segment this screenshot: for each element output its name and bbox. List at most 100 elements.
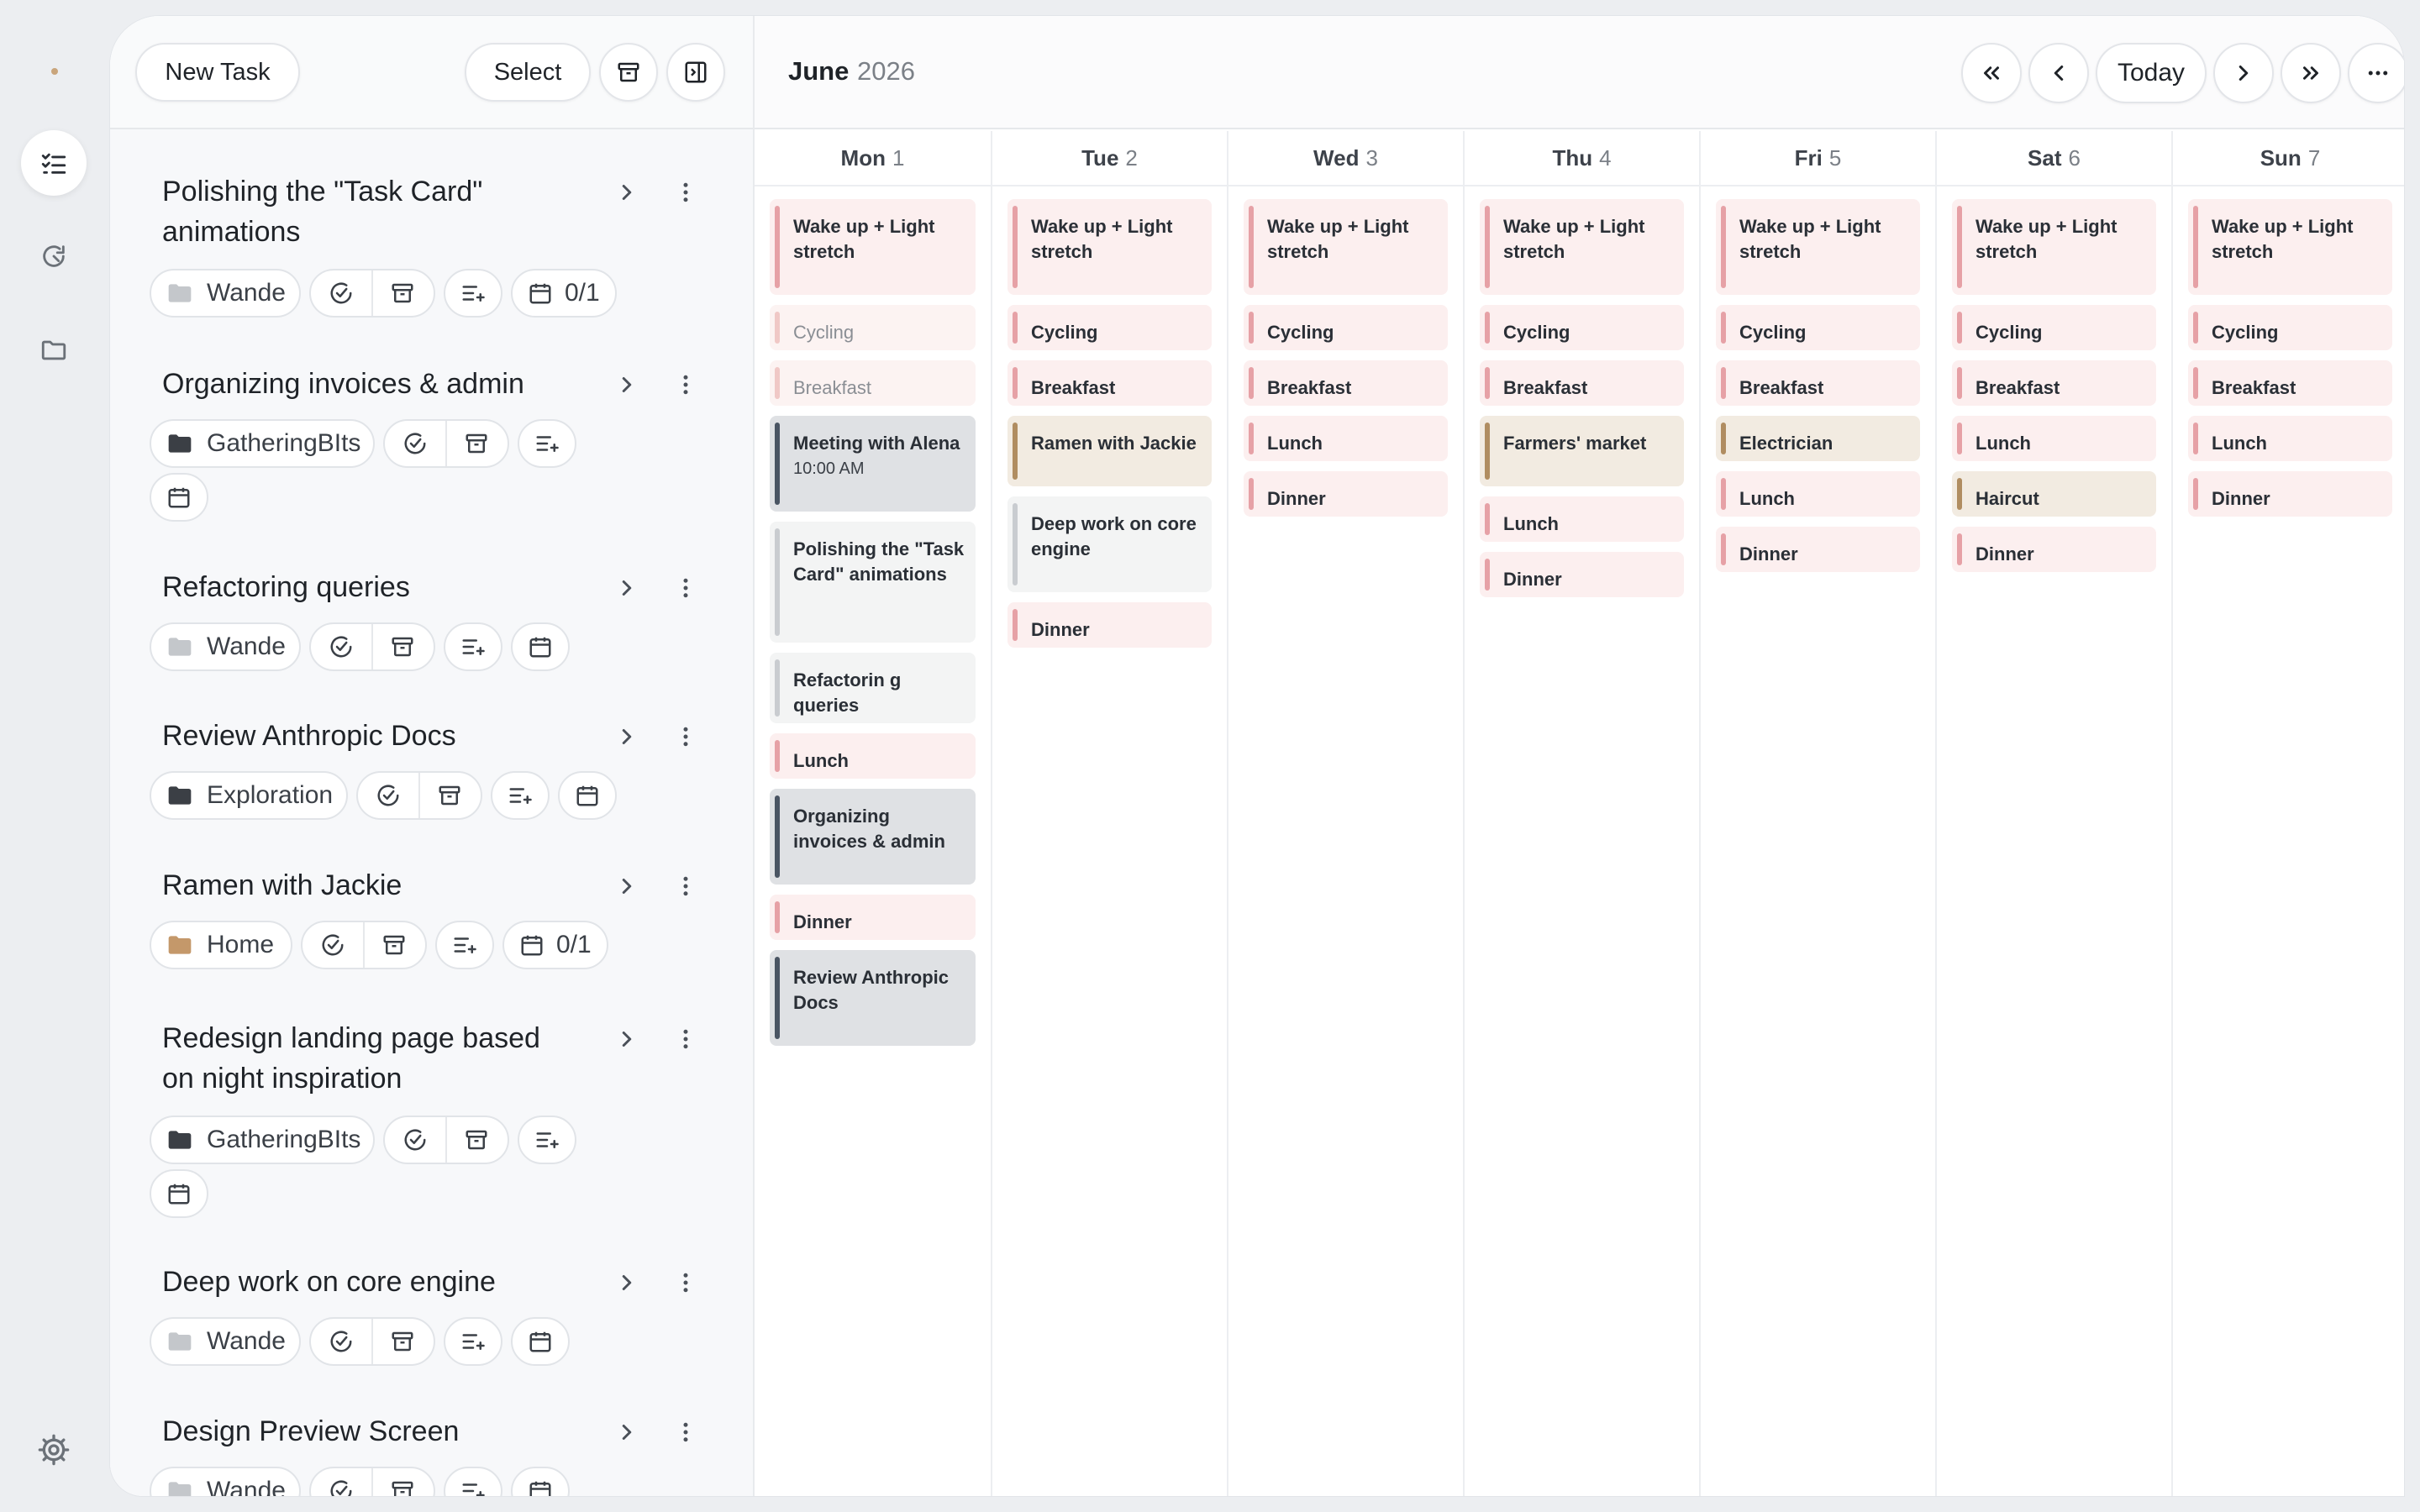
more-vertical-icon[interactable] xyxy=(673,575,698,601)
chevron-right-icon[interactable] xyxy=(614,1270,639,1295)
schedule-chip[interactable] xyxy=(150,1169,208,1218)
chevron-right-icon[interactable] xyxy=(614,724,639,749)
archive-icon[interactable] xyxy=(445,1117,506,1163)
select-button[interactable]: Select xyxy=(465,43,591,102)
calendar-event[interactable]: Wake up + Light stretch xyxy=(1007,199,1212,295)
more-vertical-icon[interactable] xyxy=(673,874,698,899)
archive-icon[interactable] xyxy=(445,421,506,466)
task-title[interactable]: Design Preview Screen xyxy=(162,1411,557,1452)
calendar-event[interactable]: Wake up + Light stretch xyxy=(1952,199,2156,295)
calendar-event[interactable]: Dinner xyxy=(1716,527,1920,572)
calendar-event[interactable]: Cycling xyxy=(2188,305,2392,350)
schedule-chip[interactable]: 0/1 xyxy=(502,921,608,969)
day-column-mon[interactable]: Mon 1 Wake up + Light stretch Cycling Breakf… xyxy=(755,131,991,1496)
add-subtask-icon[interactable] xyxy=(444,269,502,318)
calendar-event[interactable]: Refactorin g queries xyxy=(770,653,976,723)
calendar-event[interactable]: Lunch xyxy=(1244,416,1448,461)
calendar-event[interactable]: Wake up + Light stretch xyxy=(770,199,976,295)
calendar-event[interactable]: Wake up + Light stretch xyxy=(1244,199,1448,295)
calendar-event[interactable]: Lunch xyxy=(770,733,976,779)
complete-check-icon[interactable] xyxy=(311,1319,371,1364)
complete-check-icon[interactable] xyxy=(311,270,371,316)
prev-month-button[interactable] xyxy=(1961,43,2022,103)
calendar-event[interactable]: Dinner xyxy=(1952,527,2156,572)
calendar-event[interactable]: Lunch xyxy=(2188,416,2392,461)
add-subtask-icon[interactable] xyxy=(435,921,494,969)
chevron-right-icon[interactable] xyxy=(614,1420,639,1445)
next-week-button[interactable] xyxy=(2213,43,2274,103)
folder-chip[interactable]: Wande xyxy=(150,622,301,671)
calendar-event[interactable]: Ramen with Jackie xyxy=(1007,416,1212,486)
more-options-button[interactable] xyxy=(2348,43,2404,103)
calendar-event[interactable]: Dinner xyxy=(1244,471,1448,517)
calendar-event[interactable]: Lunch xyxy=(1716,471,1920,517)
add-subtask-icon[interactable] xyxy=(444,1317,502,1366)
chevron-right-icon[interactable] xyxy=(614,1026,639,1052)
chevron-right-icon[interactable] xyxy=(614,180,639,205)
calendar-event[interactable]: Meeting with Alena 10:00 AM xyxy=(770,416,976,512)
folder-chip[interactable]: Wande xyxy=(150,1467,301,1496)
more-vertical-icon[interactable] xyxy=(673,1270,698,1295)
calendar-event[interactable]: Breakfast xyxy=(770,360,976,406)
chevron-right-icon[interactable] xyxy=(614,575,639,601)
complete-check-icon[interactable] xyxy=(385,421,445,466)
schedule-chip[interactable] xyxy=(511,622,570,671)
calendar-event[interactable]: Breakfast xyxy=(2188,360,2392,406)
archive-icon[interactable] xyxy=(363,922,424,968)
new-task-button[interactable]: New Task xyxy=(135,43,300,102)
prev-week-button[interactable] xyxy=(2028,43,2089,103)
calendar-event[interactable]: Wake up + Light stretch xyxy=(1716,199,1920,295)
task-title[interactable]: Review Anthropic Docs xyxy=(162,716,557,756)
calendar-event[interactable]: Wake up + Light stretch xyxy=(1480,199,1684,295)
folder-chip[interactable]: Wande xyxy=(150,1317,301,1366)
calendar-event[interactable]: Organizing invoices & admin xyxy=(770,789,976,885)
archive-icon[interactable] xyxy=(371,1319,432,1364)
calendar-event[interactable]: Cycling xyxy=(1480,305,1684,350)
calendar-event[interactable]: Haircut xyxy=(1952,471,2156,517)
schedule-chip[interactable] xyxy=(150,473,208,522)
add-subtask-icon[interactable] xyxy=(444,622,502,671)
calendar-event[interactable]: Farmers' market xyxy=(1480,416,1684,486)
calendar-event[interactable]: Dinner xyxy=(2188,471,2392,517)
folder-chip[interactable]: GatheringBIts xyxy=(150,419,375,468)
folder-chip[interactable]: Home xyxy=(150,921,292,969)
calendar-event[interactable]: Review Anthropic Docs xyxy=(770,950,976,1046)
complete-check-icon[interactable] xyxy=(311,624,371,669)
calendar-event[interactable]: Breakfast xyxy=(1007,360,1212,406)
calendar-event[interactable]: Deep work on core engine xyxy=(1007,496,1212,592)
folders-nav-button[interactable] xyxy=(21,318,87,383)
next-month-button[interactable] xyxy=(2281,43,2341,103)
calendar-event[interactable]: Dinner xyxy=(770,895,976,940)
chevron-right-icon[interactable] xyxy=(614,874,639,899)
calendar-event[interactable]: Cycling xyxy=(1952,305,2156,350)
calendar-event[interactable]: Breakfast xyxy=(1480,360,1684,406)
complete-check-icon[interactable] xyxy=(358,773,418,818)
day-column-sun[interactable]: Sun 7 Wake up + Light stretch Cycling Breakf… xyxy=(2171,131,2404,1496)
archive-icon[interactable] xyxy=(371,1468,432,1496)
task-title[interactable]: Refactoring queries xyxy=(162,567,557,607)
calendar-event[interactable]: Dinner xyxy=(1480,552,1684,597)
complete-check-icon[interactable] xyxy=(385,1117,445,1163)
calendar-event[interactable]: Lunch xyxy=(1952,416,2156,461)
add-subtask-icon[interactable] xyxy=(518,1116,576,1164)
day-column-wed[interactable]: Wed 3 Wake up + Light stretch Cycling Breakf… xyxy=(1227,131,1463,1496)
today-button[interactable]: Today xyxy=(2096,43,2207,103)
task-title[interactable]: Redesign landing page based on night ins… xyxy=(162,1018,557,1099)
calendar-event[interactable]: Cycling xyxy=(1716,305,1920,350)
calendar-event[interactable]: Polishing the "Task Card" animations xyxy=(770,522,976,643)
more-vertical-icon[interactable] xyxy=(673,724,698,749)
more-vertical-icon[interactable] xyxy=(673,1420,698,1445)
complete-check-icon[interactable] xyxy=(302,922,363,968)
day-column-thu[interactable]: Thu 4 Wake up + Light stretch Cycling Breakf… xyxy=(1463,131,1699,1496)
archive-icon[interactable] xyxy=(418,773,479,818)
tasks-nav-button[interactable] xyxy=(21,130,87,196)
more-vertical-icon[interactable] xyxy=(673,372,698,397)
schedule-chip[interactable] xyxy=(511,1467,570,1496)
calendar-event[interactable]: Breakfast xyxy=(1716,360,1920,406)
add-subtask-icon[interactable] xyxy=(518,419,576,468)
toggle-panel-button[interactable] xyxy=(666,43,725,102)
folder-chip[interactable]: Exploration xyxy=(150,771,348,820)
calendar-event[interactable]: Cycling xyxy=(1007,305,1212,350)
refresh-nav-button[interactable] xyxy=(21,223,87,289)
schedule-chip[interactable]: 0/1 xyxy=(511,269,617,318)
